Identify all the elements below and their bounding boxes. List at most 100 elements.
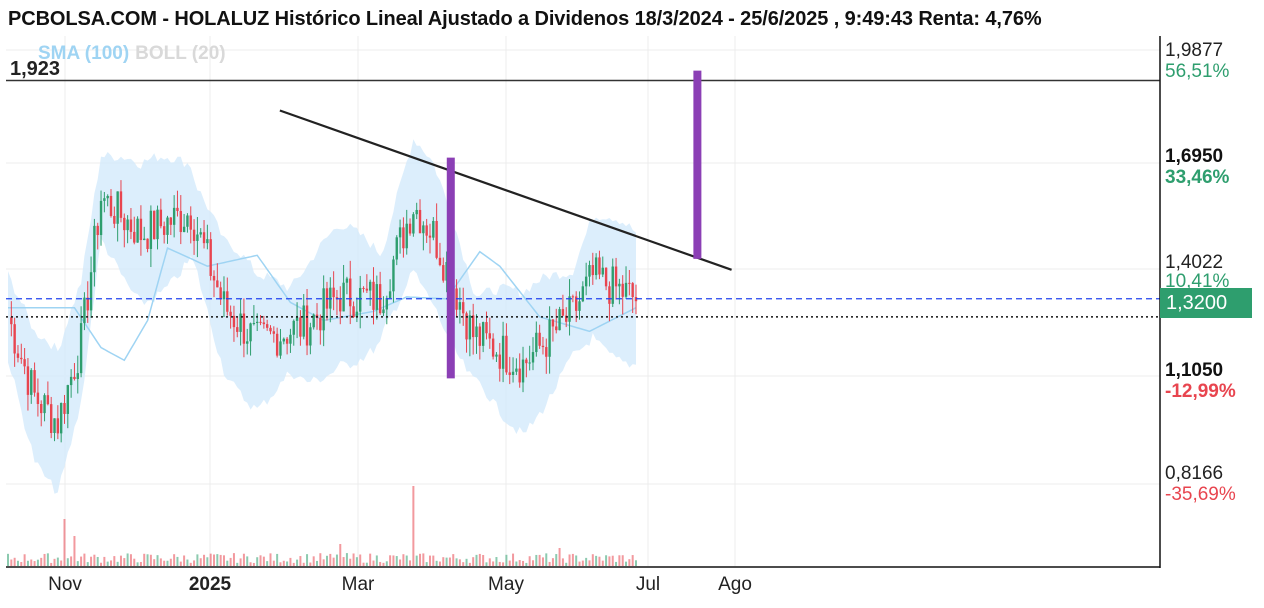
candle-body	[475, 326, 478, 338]
candle-body	[561, 309, 565, 316]
volume-bar	[139, 561, 142, 566]
volume-bar	[339, 544, 342, 566]
candle-body	[146, 238, 149, 249]
candle-body	[212, 275, 216, 281]
candle-body	[66, 385, 70, 414]
volume-bar	[581, 560, 584, 566]
volume-bar	[495, 557, 498, 566]
volume-bar	[502, 562, 505, 566]
candle-body	[275, 333, 279, 356]
volume-bar	[66, 558, 69, 566]
volume-bar	[518, 560, 521, 566]
volume-bar	[196, 554, 199, 566]
volume-bar	[153, 559, 156, 566]
volume-bar	[485, 562, 488, 566]
volume-bar	[335, 554, 338, 566]
volume-bar	[445, 557, 448, 566]
candle-body	[10, 317, 13, 325]
candle-body	[415, 209, 418, 215]
legend-boll[interactable]: BOLL (20)	[135, 43, 225, 64]
volume-bar	[16, 560, 19, 566]
candle-body	[259, 321, 262, 323]
candle-body	[405, 223, 408, 249]
candle-body	[252, 323, 256, 325]
volume-bar	[189, 562, 192, 566]
candle-body	[395, 237, 398, 260]
candle-body	[126, 219, 129, 231]
volume-bar	[412, 486, 415, 566]
volume-bar	[625, 561, 628, 566]
volume-bar	[425, 562, 428, 566]
volume-bar	[60, 560, 63, 566]
candle-body	[601, 267, 604, 275]
candle-body	[99, 200, 103, 236]
candle-body	[256, 321, 259, 324]
volume-bar	[561, 558, 564, 566]
volume-bar	[515, 561, 518, 566]
volume-bar	[209, 553, 212, 566]
volume-bar	[578, 561, 581, 566]
candle-body	[382, 309, 385, 314]
candle-body	[531, 352, 535, 363]
candle-body	[289, 334, 292, 344]
x-tick-2025: 2025	[188, 574, 232, 595]
candle-body	[515, 368, 518, 372]
candle-body	[76, 373, 79, 380]
volume-bar	[488, 558, 491, 566]
candle-body	[392, 259, 395, 292]
volume-bar	[462, 562, 465, 566]
volume-bar	[149, 554, 152, 566]
candle-body	[119, 191, 123, 218]
candle-body	[604, 267, 608, 287]
candle-body	[485, 322, 488, 334]
volume-bar	[123, 558, 126, 566]
volume-bar	[30, 559, 33, 566]
candle-body	[551, 319, 555, 327]
volume-bar	[631, 555, 634, 566]
volume-bar	[286, 561, 289, 566]
volume-bar	[312, 556, 315, 566]
candle-body	[309, 327, 312, 346]
candle-body	[495, 354, 498, 357]
volume-bar	[442, 557, 445, 566]
candle-body	[491, 338, 495, 357]
volume-bar	[522, 560, 525, 566]
candle-body	[13, 324, 16, 354]
candle-body	[26, 366, 30, 395]
volume-bar	[249, 562, 252, 566]
volume-bar	[183, 555, 186, 566]
candle-body	[438, 257, 442, 266]
candle-body	[116, 191, 119, 224]
volume-bar	[103, 556, 106, 566]
volume-bar	[621, 555, 624, 566]
candle-body	[488, 333, 491, 339]
candle-body	[20, 357, 23, 360]
volume-bar	[10, 559, 13, 566]
volume-bar	[232, 553, 235, 566]
volume-bar	[86, 562, 89, 566]
candle-body	[83, 297, 86, 324]
volume-bar	[299, 556, 302, 566]
volume-bar	[512, 553, 515, 566]
candle-body	[129, 219, 133, 232]
candle-body	[631, 283, 634, 297]
candle-body	[332, 287, 335, 298]
candle-body	[79, 323, 83, 374]
volume-bar	[482, 554, 485, 566]
volume-bar	[545, 553, 548, 566]
volume-bar	[73, 536, 76, 566]
volume-bar	[146, 554, 149, 566]
x-tick-nov: Nov	[48, 574, 82, 595]
candle-body	[133, 231, 136, 243]
volume-bar	[266, 561, 269, 566]
candle-body	[282, 338, 285, 342]
volume-bar	[143, 553, 146, 566]
volume-bar	[565, 562, 568, 566]
volume-bar	[332, 557, 335, 566]
volume-bar	[272, 560, 275, 566]
volume-bar	[246, 556, 249, 566]
volume-bar	[40, 557, 43, 566]
candle-body	[365, 288, 369, 291]
indicator-legend[interactable]: SMA (100) BOLL (20)	[38, 43, 226, 65]
candle-body	[206, 239, 209, 244]
